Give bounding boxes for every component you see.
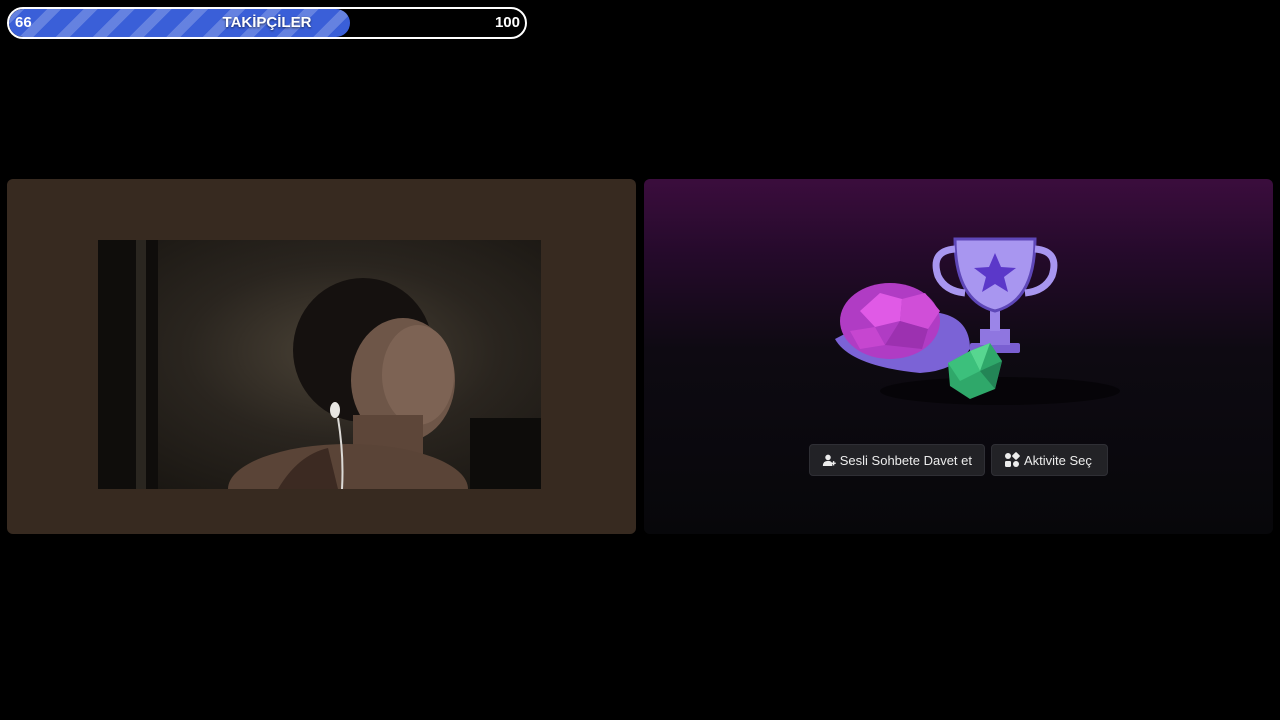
follower-goal-title: TAKİPÇİLER (222, 14, 312, 31)
invite-to-voice-label: Sesli Sohbete Davet et (839, 452, 972, 468)
choose-activity-button[interactable]: Aktivite Seç (991, 444, 1108, 476)
activities-icon (1005, 452, 1020, 467)
add-user-icon (822, 454, 836, 467)
participant-video-tile[interactable] (7, 179, 636, 534)
activity-tile: Sesli Sohbete Davet et Aktivite Seç (644, 179, 1273, 534)
webcam-video (98, 240, 541, 489)
invite-to-voice-button[interactable]: Sesli Sohbete Davet et (809, 444, 985, 476)
webcam-person-image (98, 240, 541, 489)
trophy-dice-illustration (835, 237, 1120, 405)
choose-activity-label: Aktivite Seç (1024, 452, 1092, 468)
follower-goal-count: 100 (494, 14, 520, 31)
follower-goal-bar: 66 TAKİPÇİLER 100 (7, 7, 527, 39)
